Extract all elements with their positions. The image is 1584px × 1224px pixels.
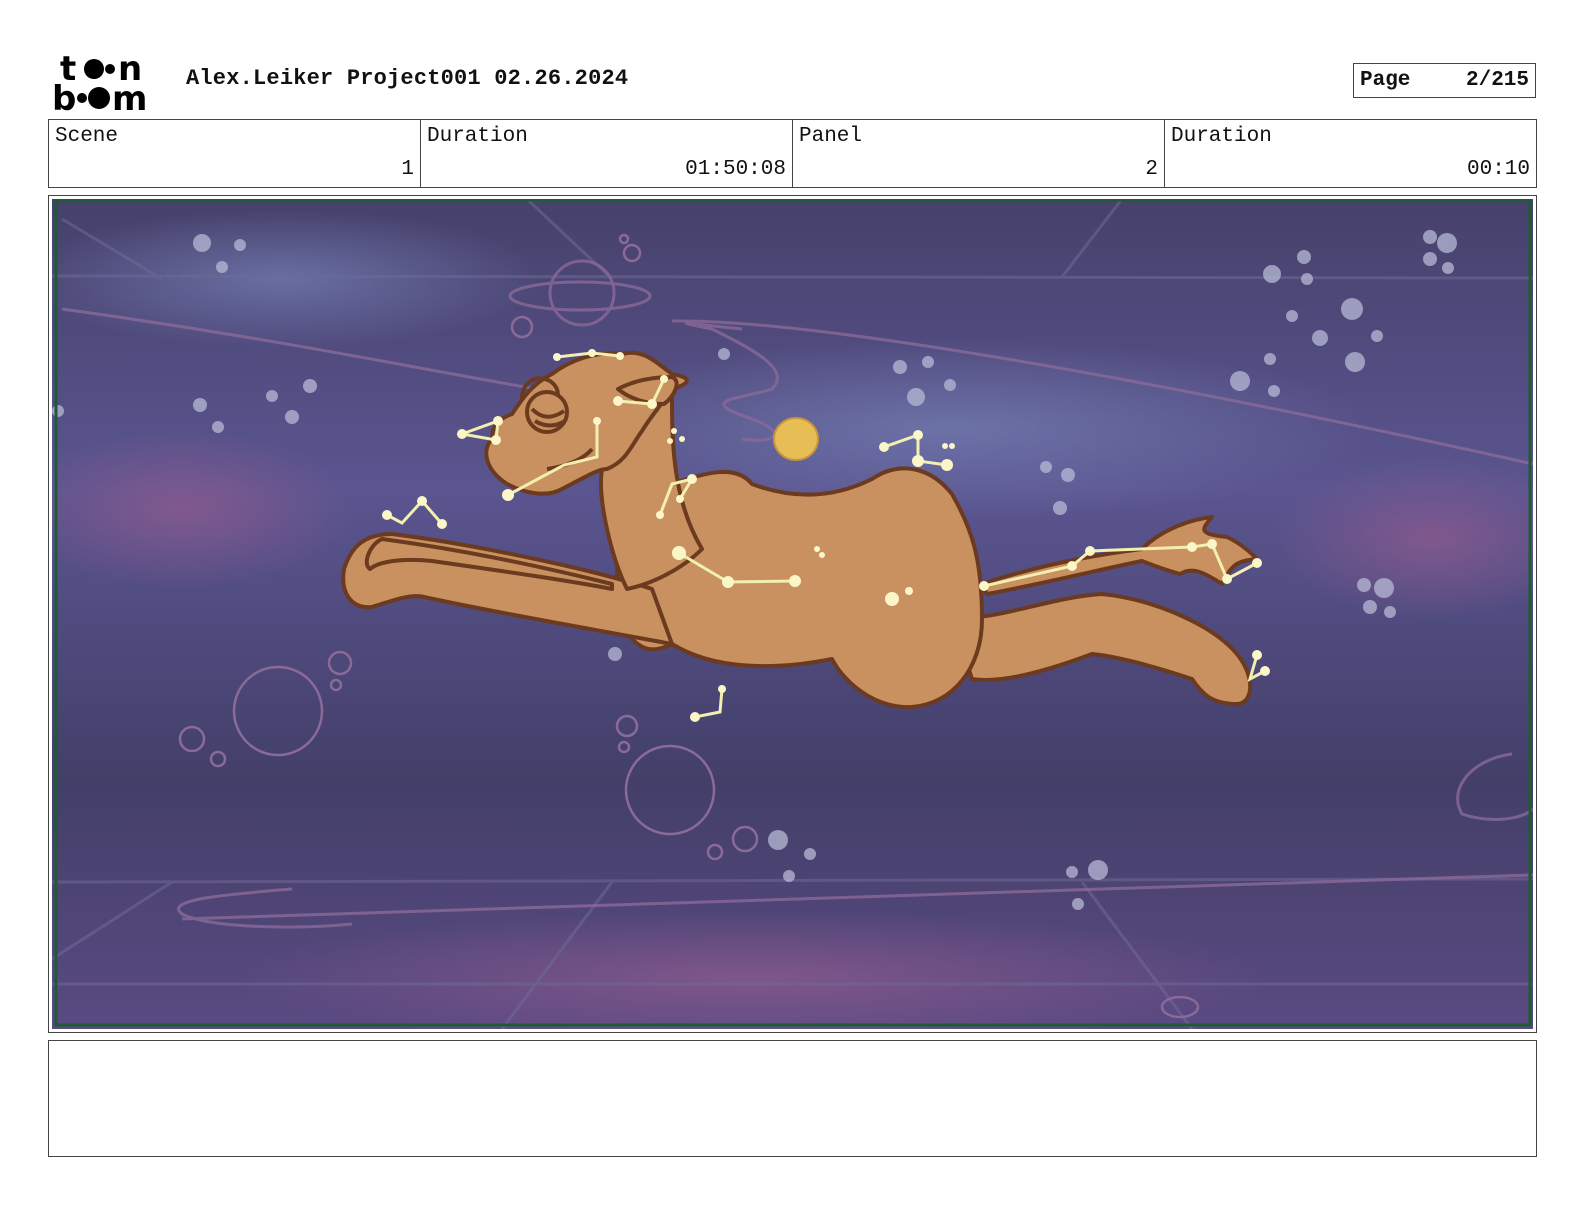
- scene-label: Scene: [55, 125, 119, 148]
- shot-info-row: Scene 1 Duration 01:50:08 Panel 2 Durati…: [48, 119, 1537, 188]
- page-label: Page: [1360, 69, 1411, 92]
- storyboard-panel-image: [52, 199, 1533, 1029]
- panel-duration-value: 00:10: [1466, 158, 1530, 181]
- logo-dot: [77, 93, 87, 103]
- panel-cell: Panel 2: [793, 120, 1165, 187]
- panel-value: 2: [1145, 158, 1158, 181]
- scene-cell: Scene 1: [49, 120, 421, 187]
- scene-duration-cell: Duration 01:50:08: [421, 120, 793, 187]
- svg-text:m: m: [112, 79, 147, 112]
- panel-notes-box: [48, 1040, 1537, 1157]
- panel-label: Panel: [799, 125, 863, 148]
- page-indicator: Page 2/215: [1353, 63, 1536, 98]
- logo-dot: [84, 59, 104, 79]
- svg-text:b: b: [52, 79, 76, 112]
- scene-duration-value: 01:50:08: [685, 158, 786, 181]
- scene-value: 1: [401, 158, 414, 181]
- logo-dot: [105, 64, 115, 74]
- page-number: 2/215: [1465, 69, 1529, 92]
- panel-duration-label: Duration: [1171, 125, 1272, 148]
- logo-dot: [88, 87, 110, 109]
- scene-duration-label: Duration: [427, 125, 528, 148]
- project-title: Alex.Leiker Project001 02.26.2024: [186, 66, 629, 91]
- golden-moon: [773, 417, 819, 461]
- panel-duration-cell: Duration 00:10: [1165, 120, 1536, 187]
- toonboom-logo: t n b m: [52, 50, 147, 112]
